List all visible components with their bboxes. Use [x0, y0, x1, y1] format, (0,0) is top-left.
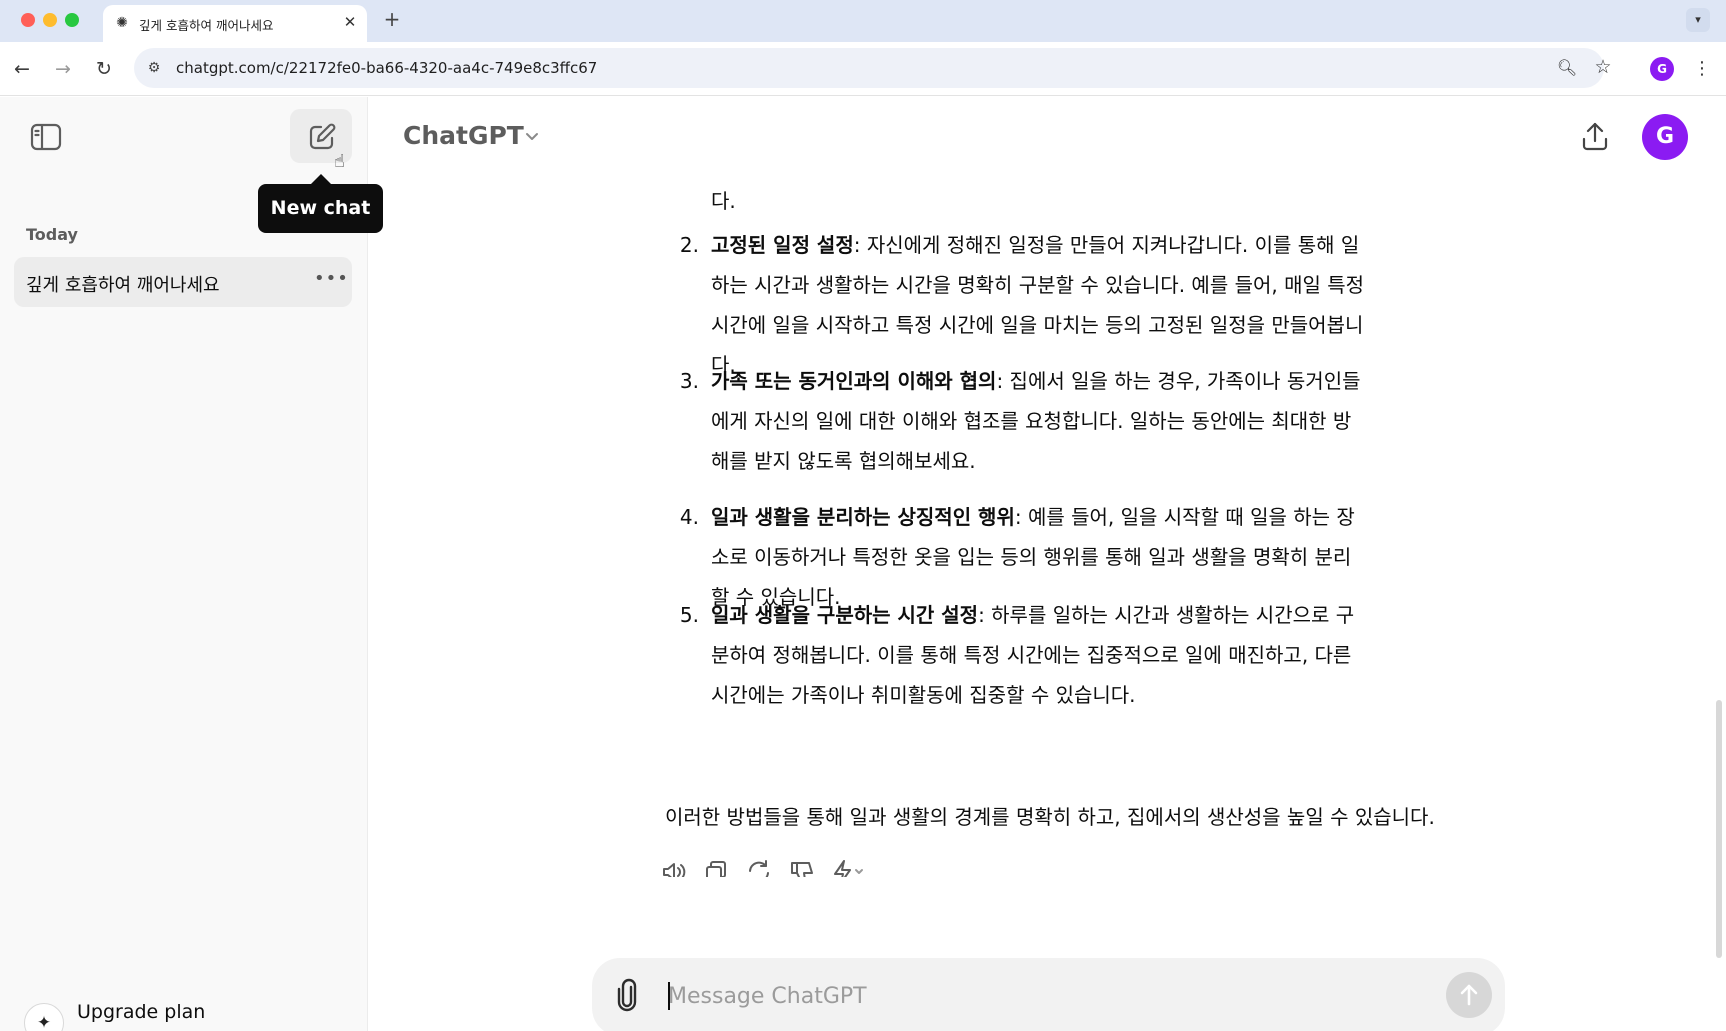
message-composer: [592, 958, 1505, 1031]
attach-file-button[interactable]: [612, 978, 642, 1014]
tab-search-chevron-icon[interactable]: ▾: [1686, 8, 1710, 32]
thumbs-down-icon: [791, 862, 813, 877]
kebab-menu-icon[interactable]: ⋮: [1692, 56, 1712, 82]
list-item-title: 일과 생활을 구분하는 시간 설정: [711, 603, 979, 627]
chevron-down-icon: [526, 133, 538, 140]
main-header: ChatGPT G: [369, 97, 1726, 177]
more-options-icon[interactable]: •••: [314, 269, 348, 293]
list-item-title: 일과 생활을 분리하는 상징적인 행위: [711, 505, 1015, 529]
sparkles-icon: ✦: [24, 1003, 64, 1031]
bookmark-star-icon[interactable]: ☆: [1592, 56, 1614, 78]
list-number: 3.: [679, 369, 699, 393]
window-minimize-button[interactable]: [43, 13, 57, 27]
chatgpt-favicon-icon: ✺: [116, 15, 128, 31]
arrow-up-icon: [1460, 984, 1478, 1006]
browser-toolbar: ← → ↻ ⚙ chatgpt.com/c/22172fe0-ba66-4320…: [0, 42, 1726, 96]
paperclip-icon: [617, 978, 637, 1012]
model-switcher[interactable]: ChatGPT: [403, 121, 538, 153]
browser-tab[interactable]: ✺ 깊게 호흡하여 깨어나세요 ✕: [103, 5, 367, 42]
read-aloud-button[interactable]: [659, 857, 689, 877]
regenerate-button[interactable]: [744, 857, 774, 877]
message-input[interactable]: [668, 980, 1368, 1012]
forward-arrow-icon[interactable]: →: [50, 56, 76, 82]
user-avatar[interactable]: G: [1642, 114, 1688, 160]
message-text-fragment: 다.: [711, 189, 736, 213]
upgrade-plan-button[interactable]: ✦ Upgrade plan: [24, 995, 354, 1031]
share-button[interactable]: [1577, 119, 1613, 155]
chat-history-item[interactable]: 깊게 호흡하여 깨어나세요 •••: [14, 257, 352, 307]
model-name: ChatGPT: [403, 121, 524, 150]
window-zoom-button[interactable]: [65, 13, 79, 27]
send-button[interactable]: [1446, 972, 1492, 1018]
conversation-scrollbar[interactable]: [1716, 700, 1722, 958]
switch-model-button[interactable]: [829, 857, 869, 877]
pencil-square-icon: [309, 123, 336, 150]
tooltip-arrow: [311, 174, 331, 184]
chat-history-item-label: 깊게 호흡하여 깨어나세요: [26, 275, 220, 296]
list-number: 4.: [679, 505, 699, 529]
bad-response-button[interactable]: [787, 857, 817, 877]
list-item-title: 가족 또는 동거인과의 이해와 협의: [711, 369, 997, 393]
refresh-icon: [749, 860, 769, 877]
back-arrow-icon[interactable]: ←: [9, 56, 35, 82]
share-upload-icon: [1582, 122, 1608, 151]
browser-tab-strip: ✺ 깊게 호흡하여 깨어나세요 ✕ + ▾: [0, 0, 1726, 42]
text-caret: [668, 982, 670, 1010]
speaker-icon: [663, 863, 686, 877]
sidebar: ☝ New chat Today 깊게 호흡하여 깨어나세요 ••• ✦ Upg…: [0, 97, 383, 1031]
closing-paragraph: 이러한 방법들을 통해 일과 생활의 경계를 명확히 하고, 집에서의 생산성을…: [665, 805, 1435, 829]
reload-icon[interactable]: ↻: [91, 56, 117, 82]
pointer-hand-cursor-icon: ☝: [334, 151, 345, 172]
conversation-area: 다. 2. 고정된 일정 설정: 자신에게 정해진 일정을 만들어 지켜나갑니다…: [369, 177, 1726, 877]
zoom-icon[interactable]: 🔍︎: [1556, 57, 1578, 79]
lightning-icon: [834, 860, 863, 877]
url-text[interactable]: chatgpt.com/c/22172fe0-ba66-4320-aa4c-74…: [176, 59, 597, 77]
new-tab-button[interactable]: +: [380, 8, 404, 32]
list-number: 2.: [679, 233, 699, 257]
sidebar-toggle-icon[interactable]: [28, 119, 64, 155]
new-chat-tooltip: New chat: [258, 184, 383, 233]
tab-close-icon[interactable]: ✕: [340, 12, 360, 32]
upgrade-plan-label: Upgrade plan: [77, 1001, 206, 1023]
list-item-title: 고정된 일정 설정: [711, 233, 854, 257]
copy-icon: [706, 861, 726, 877]
window-close-button[interactable]: [21, 13, 35, 27]
tab-title: 깊게 호흡하여 깨어나세요: [139, 18, 274, 33]
history-section-today: Today: [26, 225, 78, 244]
site-settings-icon[interactable]: ⚙: [144, 58, 164, 78]
list-number: 5.: [679, 603, 699, 627]
copy-button[interactable]: [701, 857, 731, 877]
browser-profile-avatar[interactable]: G: [1650, 57, 1674, 81]
address-bar[interactable]: ⚙ chatgpt.com/c/22172fe0-ba66-4320-aa4c-…: [134, 48, 1612, 88]
